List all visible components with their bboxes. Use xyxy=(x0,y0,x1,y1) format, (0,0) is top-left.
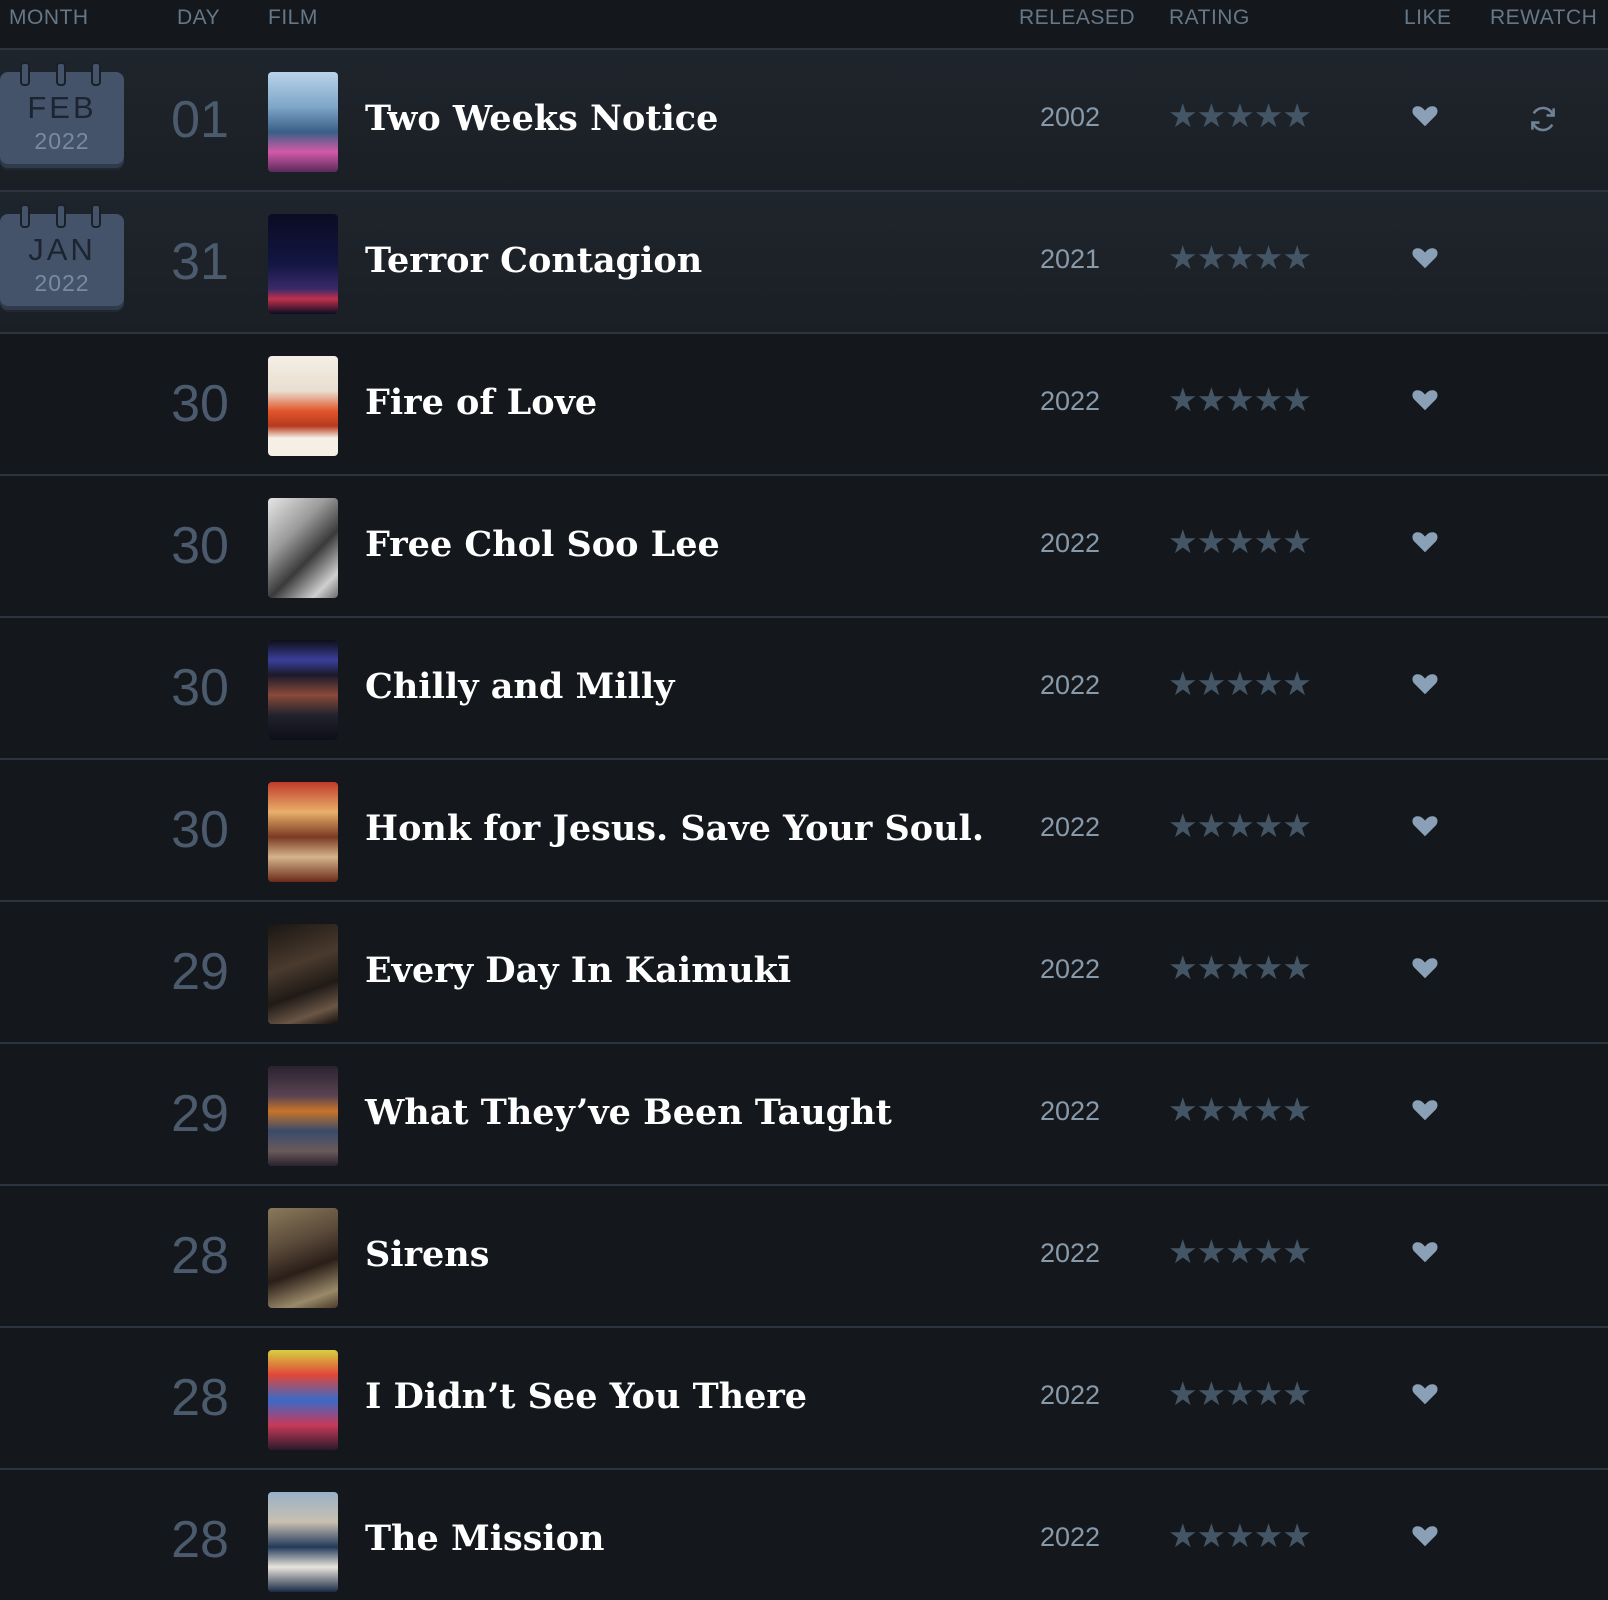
film-title[interactable]: Terror Contagion xyxy=(365,240,702,281)
diary-row[interactable]: FEB 2022 01 Two Weeks Notice 2002 ★★★★★ xyxy=(0,50,1608,192)
rating-stars[interactable]: ★★★★★ xyxy=(1168,525,1312,558)
column-like: LIKE xyxy=(1404,6,1452,29)
film-title[interactable]: Sirens xyxy=(365,1234,489,1275)
film-poster[interactable] xyxy=(268,782,338,882)
film-poster[interactable] xyxy=(268,1208,338,1308)
heart-icon[interactable] xyxy=(1410,810,1440,840)
column-month: MONTH xyxy=(9,6,89,29)
release-year[interactable]: 2022 xyxy=(1040,954,1100,985)
column-day: DAY xyxy=(177,6,221,29)
calendar-month-badge[interactable]: JAN 2022 xyxy=(0,204,124,310)
day-number[interactable]: 28 xyxy=(154,1226,246,1286)
film-title[interactable]: I Didn’t See You There xyxy=(365,1376,807,1417)
diary-row[interactable]: 28 I Didn’t See You There 2022 ★★★★★ xyxy=(0,1328,1608,1470)
diary-row[interactable]: 30 Honk for Jesus. Save Your Soul. 2022 … xyxy=(0,760,1608,902)
calendar-year: 2022 xyxy=(34,270,90,296)
heart-icon[interactable] xyxy=(1410,952,1440,982)
rating-stars[interactable]: ★★★★★ xyxy=(1168,1235,1312,1268)
rating-stars[interactable]: ★★★★★ xyxy=(1168,1519,1312,1552)
heart-icon[interactable] xyxy=(1410,526,1440,556)
diary-row[interactable]: 29 What They’ve Been Taught 2022 ★★★★★ xyxy=(0,1044,1608,1186)
heart-icon[interactable] xyxy=(1410,1378,1440,1408)
release-year[interactable]: 2022 xyxy=(1040,1096,1100,1127)
day-number[interactable]: 29 xyxy=(154,1084,246,1144)
film-poster[interactable] xyxy=(268,356,338,456)
heart-icon[interactable] xyxy=(1410,1520,1440,1550)
film-poster[interactable] xyxy=(268,1066,338,1166)
day-number[interactable]: 30 xyxy=(154,800,246,860)
rating-stars[interactable]: ★★★★★ xyxy=(1168,667,1312,700)
diary-row[interactable]: JAN 2022 31 Terror Contagion 2021 ★★★★★ xyxy=(0,192,1608,334)
film-poster[interactable] xyxy=(268,640,338,740)
rating-stars[interactable]: ★★★★★ xyxy=(1168,1377,1312,1410)
heart-icon[interactable] xyxy=(1410,100,1440,130)
film-poster[interactable] xyxy=(268,72,338,172)
day-number[interactable]: 01 xyxy=(154,90,246,150)
film-title[interactable]: Chilly and Milly xyxy=(365,666,674,707)
film-poster[interactable] xyxy=(268,1492,338,1592)
diary-row[interactable]: 28 Sirens 2022 ★★★★★ xyxy=(0,1186,1608,1328)
rating-stars[interactable]: ★★★★★ xyxy=(1168,809,1312,842)
rating-stars[interactable]: ★★★★★ xyxy=(1168,383,1312,416)
day-number[interactable]: 28 xyxy=(154,1368,246,1428)
rating-stars[interactable]: ★★★★★ xyxy=(1168,951,1312,984)
release-year[interactable]: 2022 xyxy=(1040,670,1100,701)
diary-table-header: MONTH DAY FILM RELEASED RATING LIKE REWA… xyxy=(0,0,1608,50)
release-year[interactable]: 2022 xyxy=(1040,1238,1100,1269)
rating-stars[interactable]: ★★★★★ xyxy=(1168,241,1312,274)
diary-row[interactable]: 28 The Mission 2022 ★★★★★ xyxy=(0,1470,1608,1600)
column-film: FILM xyxy=(268,6,318,29)
release-year[interactable]: 2002 xyxy=(1040,102,1100,133)
release-year[interactable]: 2022 xyxy=(1040,812,1100,843)
heart-icon[interactable] xyxy=(1410,668,1440,698)
film-poster[interactable] xyxy=(268,498,338,598)
release-year[interactable]: 2022 xyxy=(1040,386,1100,417)
film-title[interactable]: What They’ve Been Taught xyxy=(365,1092,892,1133)
heart-icon[interactable] xyxy=(1410,384,1440,414)
calendar-month: FEB xyxy=(27,90,97,125)
day-number[interactable]: 30 xyxy=(154,658,246,718)
column-rewatch: REWATCH xyxy=(1490,6,1598,29)
heart-icon[interactable] xyxy=(1410,1236,1440,1266)
film-title[interactable]: Fire of Love xyxy=(365,382,597,423)
film-poster[interactable] xyxy=(268,214,338,314)
calendar-year: 2022 xyxy=(34,128,90,154)
day-number[interactable]: 29 xyxy=(154,942,246,1002)
film-poster[interactable] xyxy=(268,1350,338,1450)
film-title[interactable]: The Mission xyxy=(365,1518,604,1559)
day-number[interactable]: 28 xyxy=(154,1510,246,1570)
release-year[interactable]: 2022 xyxy=(1040,528,1100,559)
rating-stars[interactable]: ★★★★★ xyxy=(1168,1093,1312,1126)
film-title[interactable]: Free Chol Soo Lee xyxy=(365,524,720,565)
diary-row[interactable]: 29 Every Day In Kaimukī 2022 ★★★★★ xyxy=(0,902,1608,1044)
film-title[interactable]: Every Day In Kaimukī xyxy=(365,950,791,991)
column-released: RELEASED xyxy=(1019,6,1136,29)
heart-icon[interactable] xyxy=(1410,242,1440,272)
release-year[interactable]: 2021 xyxy=(1040,244,1100,275)
release-year[interactable]: 2022 xyxy=(1040,1380,1100,1411)
day-number[interactable]: 30 xyxy=(154,374,246,434)
day-number[interactable]: 31 xyxy=(154,232,246,292)
calendar-month-badge[interactable]: FEB 2022 xyxy=(0,62,124,168)
film-title[interactable]: Two Weeks Notice xyxy=(365,98,718,139)
diary-row[interactable]: 30 Chilly and Milly 2022 ★★★★★ xyxy=(0,618,1608,760)
column-rating: RATING xyxy=(1169,6,1250,29)
rewatch-icon[interactable] xyxy=(1526,102,1560,136)
diary-row[interactable]: 30 Fire of Love 2022 ★★★★★ xyxy=(0,334,1608,476)
film-poster[interactable] xyxy=(268,924,338,1024)
heart-icon[interactable] xyxy=(1410,1094,1440,1124)
day-number[interactable]: 30 xyxy=(154,516,246,576)
release-year[interactable]: 2022 xyxy=(1040,1522,1100,1553)
calendar-month: JAN xyxy=(28,232,96,267)
diary-row[interactable]: 30 Free Chol Soo Lee 2022 ★★★★★ xyxy=(0,476,1608,618)
rating-stars[interactable]: ★★★★★ xyxy=(1168,99,1312,132)
film-title[interactable]: Honk for Jesus. Save Your Soul. xyxy=(365,808,984,849)
